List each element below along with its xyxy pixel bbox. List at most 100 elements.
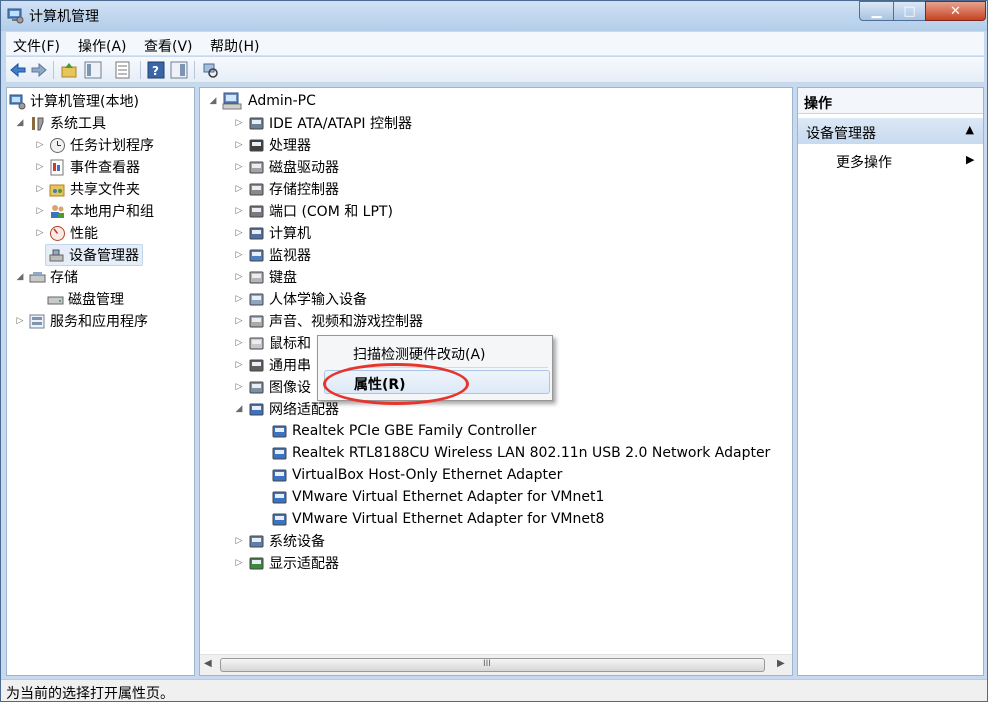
toolbar-separator (194, 61, 195, 79)
tree-label: 系统设备 (269, 534, 325, 550)
actions-group-label: 设备管理器 (806, 126, 876, 142)
expanded-arrow-icon[interactable]: ◢ (234, 404, 244, 414)
tree-item-device-category[interactable]: ▷ 存储控制器 (234, 178, 339, 200)
back-arrow-icon[interactable] (9, 61, 27, 79)
menu-file[interactable]: 文件(F) (13, 36, 60, 56)
collapsed-arrow-icon[interactable]: ▷ (234, 316, 244, 326)
tree-label: 显示适配器 (269, 556, 339, 572)
collapsed-arrow-icon[interactable]: ▷ (35, 184, 45, 194)
close-button[interactable]: ✕ (925, 1, 986, 21)
tree-label: 磁盘管理 (68, 292, 124, 308)
collapsed-arrow-icon[interactable]: ▷ (234, 140, 244, 150)
tree-item-performance[interactable]: ▷ 性能 (35, 222, 98, 244)
menu-help[interactable]: 帮助(H) (210, 36, 259, 56)
tree-label: 端口 (COM 和 LPT) (269, 204, 393, 220)
forward-arrow-icon[interactable] (30, 61, 48, 79)
tree-label: Admin-PC (248, 93, 316, 109)
tree-item-device-category[interactable]: ▷ IDE ATA/ATAPI 控制器 (234, 112, 412, 134)
collapsed-arrow-icon[interactable]: ▷ (35, 228, 45, 238)
tree-item-computer-management[interactable]: 计算机管理(本地) (9, 90, 139, 112)
tree-label: 系统工具 (50, 116, 106, 132)
scroll-thumb[interactable]: III (220, 658, 765, 672)
tree-item-network-adapter[interactable]: Realtek RTL8188CU Wireless LAN 802.11n U… (271, 442, 770, 464)
tree-item-storage[interactable]: ◢ 存储 (15, 266, 78, 288)
show-hide-tree-icon[interactable] (84, 61, 102, 79)
tree-item-device-category[interactable]: ▷ 鼠标和 (234, 332, 311, 354)
display-adapter-icon (249, 557, 264, 569)
tree-item-device-category[interactable]: ◢ 网络适配器 (234, 398, 339, 420)
expanded-arrow-icon[interactable]: ◢ (208, 96, 218, 106)
tree-item-local-users[interactable]: ▷ 本地用户和组 (35, 200, 154, 222)
horizontal-scrollbar[interactable]: ◀ III ▶ (200, 654, 792, 675)
properties-pane-icon[interactable] (170, 61, 188, 79)
tree-item-device-category[interactable]: ▷ 监视器 (234, 244, 311, 266)
network-adapter-icon (249, 403, 264, 415)
menu-view[interactable]: 查看(V) (144, 36, 193, 56)
scroll-right-icon[interactable]: ▶ (777, 658, 785, 669)
collapsed-arrow-icon[interactable]: ▷ (234, 536, 244, 546)
expanded-arrow-icon[interactable]: ◢ (15, 272, 25, 282)
collapsed-arrow-icon[interactable]: ▷ (35, 206, 45, 216)
up-folder-icon[interactable] (60, 61, 78, 79)
minimize-button[interactable]: ▁ (859, 1, 894, 21)
collapsed-arrow-icon[interactable]: ▷ (234, 118, 244, 128)
export-list-icon[interactable] (114, 61, 132, 79)
collapsed-arrow-icon[interactable]: ▷ (234, 338, 244, 348)
tree-item-network-adapter[interactable]: Realtek PCIe GBE Family Controller (271, 420, 536, 442)
scroll-left-icon[interactable]: ◀ (204, 658, 212, 669)
tree-item-services-apps[interactable]: ▷ 服务和应用程序 (15, 310, 148, 332)
collapsed-arrow-icon[interactable]: ▷ (15, 316, 25, 326)
collapsed-arrow-icon[interactable]: ▷ (234, 228, 244, 238)
toolbar-separator (53, 61, 54, 79)
tree-item-task-scheduler[interactable]: ▷ 任务计划程序 (35, 134, 154, 156)
tree-item-network-adapter[interactable]: VirtualBox Host-Only Ethernet Adapter (271, 464, 562, 486)
collapsed-arrow-icon[interactable]: ▷ (234, 250, 244, 260)
tree-item-network-adapter[interactable]: VMware Virtual Ethernet Adapter for VMne… (271, 486, 604, 508)
collapsed-arrow-icon[interactable]: ▷ (35, 140, 45, 150)
tree-item-network-adapter[interactable]: VMware Virtual Ethernet Adapter for VMne… (271, 508, 604, 530)
tree-item-device-category[interactable]: ▷ 键盘 (234, 266, 297, 288)
expanded-arrow-icon[interactable]: ◢ (15, 118, 25, 128)
menu-item-scan-hardware[interactable]: 扫描检测硬件改动(A) (353, 344, 486, 364)
collapsed-arrow-icon[interactable]: ▷ (35, 162, 45, 172)
maximize-button[interactable]: □ (893, 1, 926, 21)
actions-more[interactable]: 更多操作 (836, 152, 892, 172)
toolbar-separator (140, 61, 141, 79)
scan-hardware-icon[interactable] (201, 61, 219, 79)
tree-item-disk-management[interactable]: 磁盘管理 (45, 288, 124, 310)
collapsed-arrow-icon[interactable]: ▷ (234, 184, 244, 194)
tree-item-device-category[interactable]: ▷ 人体学输入设备 (234, 288, 367, 310)
help-icon[interactable]: ? (147, 61, 165, 79)
tree-item-system-tools[interactable]: ◢ 系统工具 (15, 112, 106, 134)
tree-item-event-viewer[interactable]: ▷ 事件查看器 (35, 156, 140, 178)
tree-item-device-category[interactable]: ▷ 端口 (COM 和 LPT) (234, 200, 393, 222)
collapsed-arrow-icon[interactable]: ▷ (234, 360, 244, 370)
collapse-up-icon[interactable]: ▲ (966, 123, 974, 136)
submenu-arrow-icon: ▶ (966, 153, 975, 166)
tree-label: VMware Virtual Ethernet Adapter for VMne… (292, 511, 605, 527)
tree-item-admin-pc[interactable]: ◢ Admin-PC (208, 90, 316, 112)
menu-action[interactable]: 操作(A) (78, 36, 127, 56)
tree-item-device-category[interactable]: ▷ 通用串 (234, 354, 311, 376)
actions-group-device-manager[interactable]: 设备管理器 ▲ (798, 118, 983, 144)
tree-label: IDE ATA/ATAPI 控制器 (269, 116, 413, 132)
tree-item-device-category[interactable]: ▷ 处理器 (234, 134, 311, 156)
collapsed-arrow-icon[interactable]: ▷ (234, 272, 244, 282)
tree-item-device-category[interactable]: ▷ 磁盘驱动器 (234, 156, 339, 178)
tree-item-device-category[interactable]: ▷ 声音、视频和游戏控制器 (234, 310, 423, 332)
tree-item-device-category[interactable]: ▷ 计算机 (234, 222, 311, 244)
collapsed-arrow-icon[interactable]: ▷ (234, 206, 244, 216)
tree-label: 服务和应用程序 (50, 314, 148, 330)
tree-label: 任务计划程序 (70, 138, 154, 154)
collapsed-arrow-icon[interactable]: ▷ (234, 294, 244, 304)
tree-item-device-manager[interactable]: 设备管理器 (45, 244, 143, 266)
tree-item-device-category[interactable]: ▷ 系统设备 (234, 530, 325, 552)
collapsed-arrow-icon[interactable]: ▷ (234, 558, 244, 568)
tree-item-shared-folders[interactable]: ▷ 共享文件夹 (35, 178, 140, 200)
tree-item-device-category[interactable]: ▷ 图像设 (234, 376, 311, 398)
tree-label: Realtek PCIe GBE Family Controller (292, 423, 537, 439)
title-bar[interactable]: 计算机管理 ▁ □ ✕ (1, 1, 987, 31)
collapsed-arrow-icon[interactable]: ▷ (234, 162, 244, 172)
collapsed-arrow-icon[interactable]: ▷ (234, 382, 244, 392)
tree-item-device-category[interactable]: ▷ 显示适配器 (234, 552, 339, 574)
